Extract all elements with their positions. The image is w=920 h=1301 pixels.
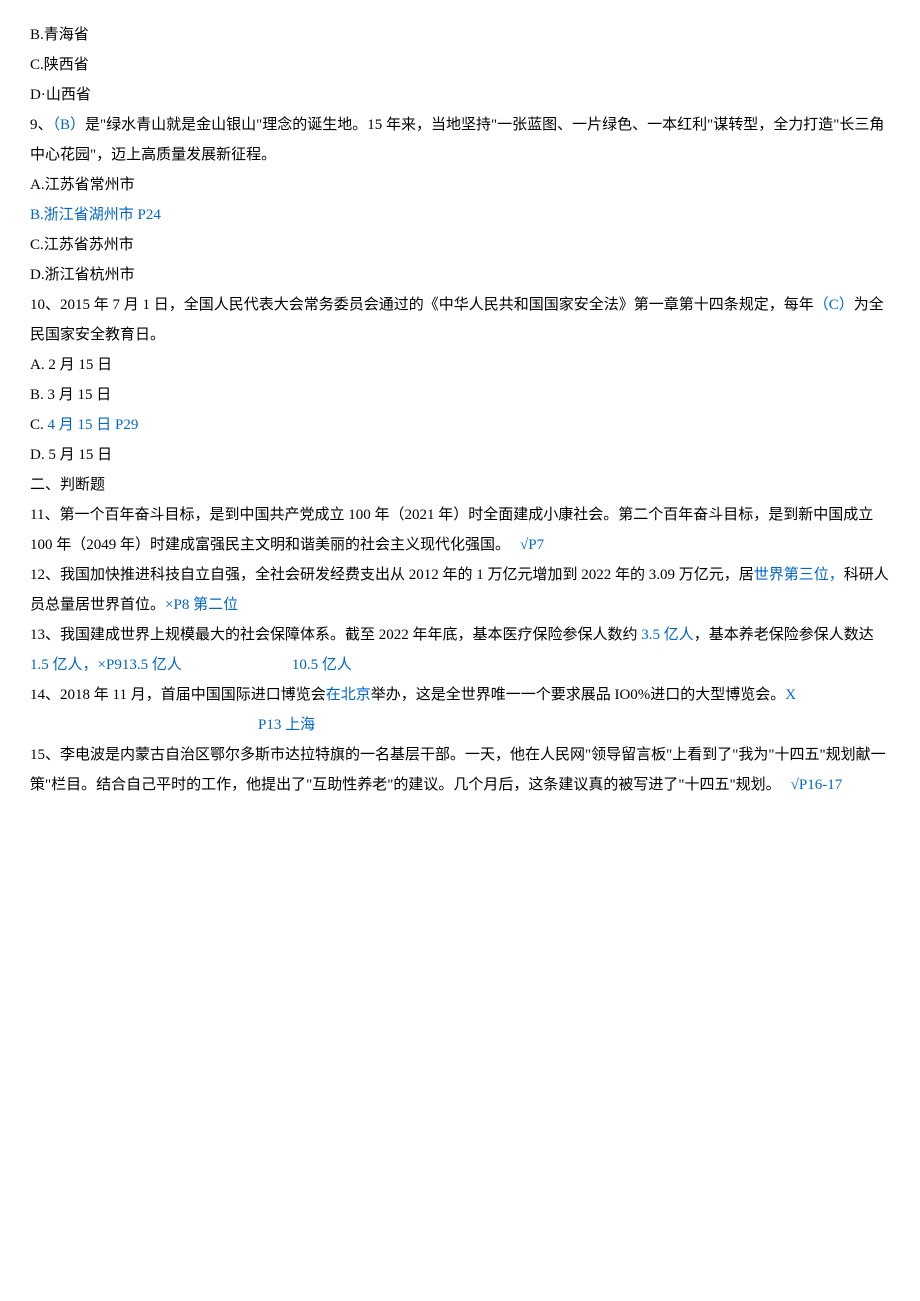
- q10-optC-blue: 4 月 15 日 P29: [48, 417, 139, 433]
- q12-blue-b: ×P8 第二位: [165, 597, 238, 613]
- q10-option-d: D. 5 月 15 日: [30, 440, 890, 470]
- q13-blue-b: 1.5 亿人，: [30, 657, 98, 673]
- q10-optA-text: A. 2 月 15 日: [30, 357, 112, 373]
- q14-stem-b: 举办，这是全世界唯一一个要求展品 IO0%进口的大型博览会。: [371, 687, 786, 703]
- q9-stem-post: 是"绿水青山就是金山银山"理念的诞生地。15 年来，当地坚持"一张蓝图、一片绿色…: [30, 117, 884, 163]
- q9-optB-text: B.浙江省湖州市 P24: [30, 207, 161, 223]
- section-2-text: 二、判断题: [30, 477, 105, 493]
- q11-answer: √P7: [520, 537, 544, 553]
- q15-answer: √P16-17: [791, 777, 843, 793]
- q12: 12、我国加快推进科技自立自强，全社会研发经费支出从 2012 年的 1 万亿元…: [30, 560, 890, 620]
- q8-optC-text: C.陕西省: [30, 57, 89, 73]
- section-2-heading: 二、判断题: [30, 470, 890, 500]
- q8-option-d: D·山西省: [30, 80, 890, 110]
- q13-blue-d: 10.5 亿人: [292, 657, 352, 673]
- q9-optD-text: D.浙江省杭州市: [30, 267, 135, 283]
- q11-stem: 11、第一个百年奋斗目标，是到中国共产党成立 100 年（2021 年）时全面建…: [30, 507, 873, 553]
- q14-stem-a: 14、2018 年 11 月，首届中国国际进口博览会: [30, 687, 326, 703]
- q10-optC-text: C.: [30, 417, 48, 433]
- q14-blue-c: P13 上海: [258, 717, 315, 733]
- q9-option-c: C.江苏省苏州市: [30, 230, 890, 260]
- q10-option-a: A. 2 月 15 日: [30, 350, 890, 380]
- q13-blue-c: ×P913.5 亿人: [98, 657, 182, 673]
- q14-blue-a: 在北京: [326, 687, 371, 703]
- q15-stem: 15、李电波是内蒙古自治区鄂尔多斯市达拉特旗的一名基层干部。一天，他在人民网"领…: [30, 747, 886, 793]
- q8-optD-text: D·山西省: [30, 87, 91, 103]
- q8-option-b: B.青海省: [30, 20, 890, 50]
- q13: 13、我国建成世界上规模最大的社会保障体系。截至 2022 年年底，基本医疗保险…: [30, 620, 890, 680]
- q15: 15、李电波是内蒙古自治区鄂尔多斯市达拉特旗的一名基层干部。一天，他在人民网"领…: [30, 740, 890, 800]
- q14-extra: P13 上海: [30, 710, 890, 740]
- q13-stem-a: 13、我国建成世界上规模最大的社会保障体系。截至 2022 年年底，基本医疗保险…: [30, 627, 641, 643]
- q9-optC-text: C.江苏省苏州市: [30, 237, 134, 253]
- q13-stem-b: ，基本养老保险参保人数达: [694, 627, 874, 643]
- q10-optB-text: B. 3 月 15 日: [30, 387, 111, 403]
- q8-optB-text: B.青海省: [30, 27, 89, 43]
- q8-option-c: C.陕西省: [30, 50, 890, 80]
- q10-optD-text: D. 5 月 15 日: [30, 447, 112, 463]
- q9-answer: （B）: [53, 117, 86, 133]
- q10-option-c: C. 4 月 15 日 P29: [30, 410, 890, 440]
- q14-blue-b: X: [785, 687, 796, 703]
- q9-option-b: B.浙江省湖州市 P24: [30, 200, 890, 230]
- q10-option-b: B. 3 月 15 日: [30, 380, 890, 410]
- q9-option-a: A.江苏省常州市: [30, 170, 890, 200]
- q14: 14、2018 年 11 月，首届中国国际进口博览会在北京举办，这是全世界唯一一…: [30, 680, 890, 710]
- q10-answer: （C）: [814, 297, 854, 313]
- q9-stem-pre: 9、: [30, 117, 53, 133]
- q13-blue-a: 3.5 亿人: [641, 627, 694, 643]
- q9-stem: 9、（B）是"绿水青山就是金山银山"理念的诞生地。15 年来，当地坚持"一张蓝图…: [30, 110, 890, 170]
- q10-stem-a: 10、2015 年 7 月 1 日，全国人民代表大会常务委员会通过的《中华人民共…: [30, 297, 814, 313]
- q12-stem-a: 12、我国加快推进科技自立自强，全社会研发经费支出从 2012 年的 1 万亿元…: [30, 567, 754, 583]
- q9-optA-text: A.江苏省常州市: [30, 177, 135, 193]
- q11: 11、第一个百年奋斗目标，是到中国共产党成立 100 年（2021 年）时全面建…: [30, 500, 890, 560]
- q10-stem: 10、2015 年 7 月 1 日，全国人民代表大会常务委员会通过的《中华人民共…: [30, 290, 890, 350]
- q12-blue-a: 世界第三位，: [754, 567, 844, 583]
- q9-option-d: D.浙江省杭州市: [30, 260, 890, 290]
